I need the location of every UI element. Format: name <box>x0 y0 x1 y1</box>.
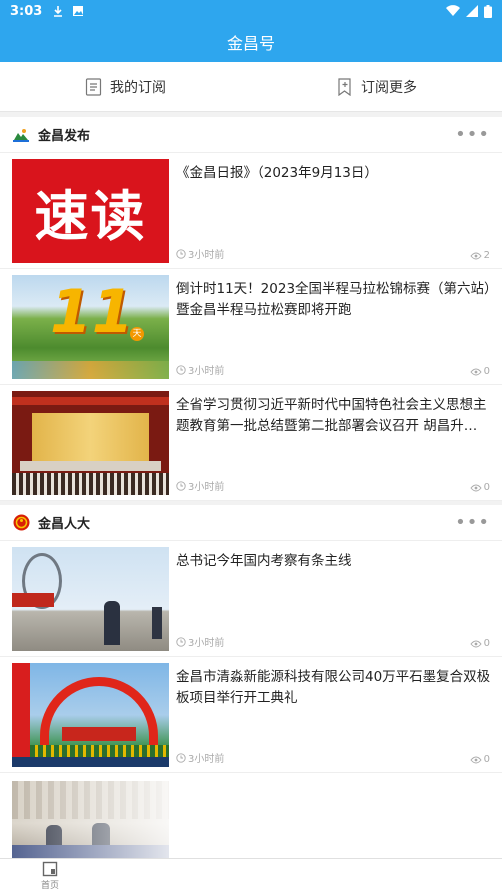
thumbnail-banner-left <box>12 663 30 767</box>
news-thumbnail <box>12 391 169 495</box>
time-text: 3小时前 <box>188 754 225 765</box>
subscription-tabs: 我的订阅 订阅更多 <box>0 62 502 112</box>
thumbnail-audience <box>12 473 169 495</box>
news-thumbnail <box>12 547 169 651</box>
app-title: 金昌号 <box>226 34 275 53</box>
eye-icon <box>470 640 482 647</box>
news-time: 3小时前 <box>176 478 224 493</box>
news-views: 0 <box>470 482 490 493</box>
section-header: 金昌发布 ••• <box>0 117 502 153</box>
thumbnail-stage <box>20 461 161 471</box>
eye-icon <box>470 484 482 491</box>
nav-home-label: 首页 <box>40 881 59 891</box>
news-item[interactable]: 总书记今年国内考察有条主线 3小时前 0 <box>0 541 502 657</box>
news-thumbnail: 速读 <box>12 159 169 263</box>
signal-icon <box>466 5 478 17</box>
more-options-icon[interactable]: ••• <box>455 125 490 144</box>
thumbnail-caption: 11 <box>50 277 134 347</box>
thumbnail-crowd <box>30 745 169 757</box>
thumbnail-caption-unit: 天 <box>130 327 144 341</box>
clock-icon <box>176 480 186 491</box>
news-views: 0 <box>470 754 490 765</box>
list-doc-icon <box>85 77 102 96</box>
news-views: 0 <box>470 366 490 377</box>
time-text: 3小时前 <box>188 366 225 377</box>
section-title: 金昌人大 <box>38 517 91 532</box>
thumbnail-curtain <box>32 413 149 461</box>
thumbnail-ribbon <box>12 757 169 767</box>
news-title: 《金昌日报》（2023年9月13日） <box>176 165 378 181</box>
jinchang-fabu-logo-icon <box>12 126 30 144</box>
news-title: 总书记今年国内考察有条主线 <box>176 553 352 569</box>
clock-icon <box>176 752 186 763</box>
news-title: 倒计时11天！2023全国半程马拉松锦标赛（第六站）暨金昌半程马拉松赛即将开跑 <box>176 281 491 318</box>
news-item[interactable]: 全省学习贯彻习近平新时代中国特色社会主义思想主题教育第一批总结暨第二批部署会议召… <box>0 385 502 501</box>
news-title: 全省学习贯彻习近平新时代中国特色社会主义思想主题教育第一批总结暨第二批部署会议召… <box>176 397 487 434</box>
clock-icon <box>176 636 186 647</box>
news-item[interactable]: 11 天 倒计时11天！2023全国半程马拉松锦标赛（第六站）暨金昌半程马拉松赛… <box>0 269 502 385</box>
time-text: 3小时前 <box>188 482 225 493</box>
clock-icon <box>176 248 186 259</box>
thumbnail-ground <box>12 361 169 379</box>
loading-fade-overlay <box>0 778 502 858</box>
news-thumbnail <box>12 663 169 767</box>
bookmark-icon <box>338 77 351 96</box>
section-title: 金昌发布 <box>38 129 91 144</box>
views-count: 0 <box>483 366 490 377</box>
news-time: 3小时前 <box>176 634 224 649</box>
news-thumbnail: 11 天 <box>12 275 169 379</box>
news-item[interactable]: 速读 《金昌日报》（2023年9月13日） 3小时前 2 <box>0 153 502 269</box>
thumbnail-banner <box>12 397 169 405</box>
national-emblem-icon <box>12 514 30 532</box>
news-time: 3小时前 <box>176 750 224 765</box>
news-item[interactable]: 金昌市清淼新能源科技有限公司40万平石墨复合双极板项目举行开工典礼 3小时前 0 <box>0 657 502 773</box>
eye-icon <box>470 756 482 763</box>
app-bar: 金昌号 <box>0 22 502 62</box>
views-count: 0 <box>483 638 490 649</box>
thumbnail-stage <box>62 727 136 741</box>
tab-label: 我的订阅 <box>110 79 166 96</box>
section-header: 金昌人大 ••• <box>0 505 502 541</box>
time-text: 3小时前 <box>188 638 225 649</box>
views-count: 2 <box>483 250 490 261</box>
bottom-nav: 首页 <box>0 858 502 894</box>
eye-icon <box>470 252 482 259</box>
tab-label: 订阅更多 <box>361 79 417 96</box>
views-count: 0 <box>483 754 490 765</box>
status-bar: 3:03 <box>0 0 502 22</box>
clock-icon <box>176 364 186 375</box>
image-icon <box>73 6 84 16</box>
tab-my-subscriptions[interactable]: 我的订阅 <box>0 62 251 111</box>
eye-icon <box>470 368 482 375</box>
tab-subscribe-more[interactable]: 订阅更多 <box>251 62 502 111</box>
news-title: 金昌市清淼新能源科技有限公司40万平石墨复合双极板项目举行开工典礼 <box>176 669 491 706</box>
news-time: 3小时前 <box>176 362 224 377</box>
views-count: 0 <box>483 482 490 493</box>
news-views: 0 <box>470 638 490 649</box>
download-icon <box>54 6 63 17</box>
status-time: 3:03 <box>10 3 43 19</box>
home-icon <box>42 861 58 877</box>
nav-home[interactable]: 首页 <box>30 861 70 891</box>
thumbnail-sign <box>12 593 54 607</box>
more-options-icon[interactable]: ••• <box>455 513 490 532</box>
battery-icon <box>484 4 492 18</box>
thumbnail-person <box>104 601 120 645</box>
wifi-icon <box>446 5 460 17</box>
news-views: 2 <box>470 250 490 261</box>
news-time: 3小时前 <box>176 246 224 261</box>
thumbnail-caption: 速读 <box>34 183 147 248</box>
time-text: 3小时前 <box>188 250 225 261</box>
section-jinchang-fabu: 金昌发布 ••• 速读 《金昌日报》（2023年9月13日） 3小时前 2 11… <box>0 117 502 501</box>
thumbnail-person <box>152 607 162 639</box>
